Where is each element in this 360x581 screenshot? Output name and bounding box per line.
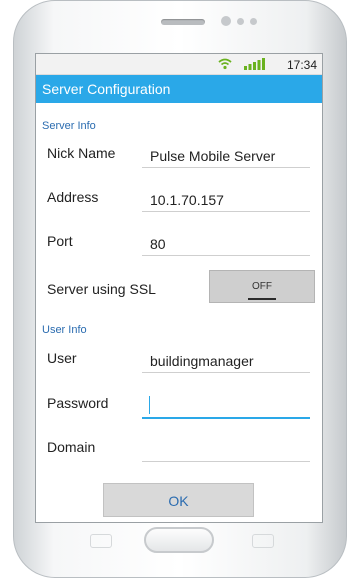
ssl-label: Server using SSL	[47, 281, 156, 297]
text-cursor	[149, 396, 150, 414]
ssl-toggle-indicator	[248, 298, 276, 300]
device-screen: 17:34 Server Configuration Server Info N…	[35, 53, 323, 523]
wifi-icon	[218, 58, 232, 70]
user-info-heading: User Info	[42, 324, 87, 336]
address-field[interactable]: 10.1.70.157	[142, 190, 310, 212]
user-value: buildingmanager	[150, 353, 254, 369]
front-camera	[221, 16, 231, 26]
port-label: Port	[47, 233, 73, 249]
user-field[interactable]: buildingmanager	[142, 351, 310, 373]
sensor-dot	[237, 18, 244, 25]
address-label: Address	[47, 189, 99, 205]
sensor-dot	[250, 18, 257, 25]
password-field[interactable]	[142, 395, 310, 419]
signal-strength-icon	[244, 58, 265, 70]
nick-name-value: Pulse Mobile Server	[150, 148, 276, 164]
ssl-toggle[interactable]: OFF	[209, 270, 315, 303]
password-label: Password	[47, 395, 109, 411]
earpiece-speaker	[161, 19, 205, 25]
server-info-heading: Server Info	[42, 120, 96, 132]
port-field[interactable]: 80	[142, 234, 310, 256]
nick-name-label: Nick Name	[47, 145, 116, 161]
domain-label: Domain	[47, 439, 96, 455]
user-label: User	[47, 350, 77, 366]
back-key[interactable]	[252, 534, 274, 548]
port-value: 80	[150, 236, 166, 252]
clock: 17:34	[286, 58, 317, 72]
ok-button-label: OK	[168, 493, 189, 509]
domain-field[interactable]	[142, 440, 310, 462]
ok-button[interactable]: OK	[103, 483, 254, 517]
action-bar: Server Configuration	[36, 75, 322, 103]
menu-key[interactable]	[90, 534, 112, 548]
status-bar: 17:34	[36, 54, 322, 75]
home-button[interactable]	[144, 527, 214, 553]
ssl-toggle-state: OFF	[252, 281, 272, 292]
nick-name-field[interactable]: Pulse Mobile Server	[142, 146, 310, 168]
page-title: Server Configuration	[42, 81, 171, 97]
address-value: 10.1.70.157	[150, 192, 224, 208]
